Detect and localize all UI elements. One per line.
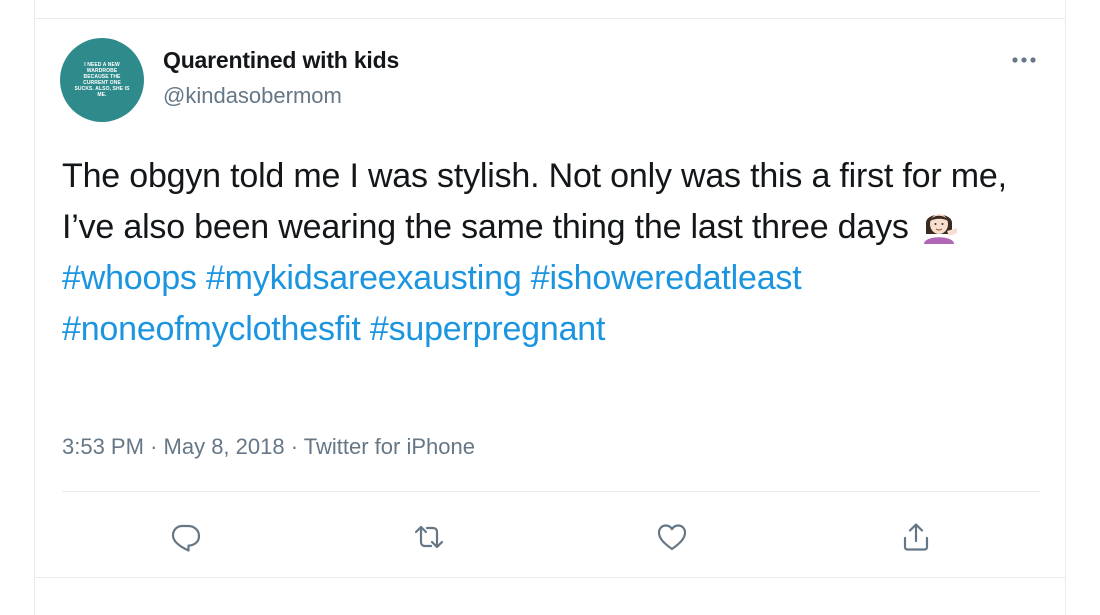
reply-icon[interactable] <box>162 514 208 560</box>
avatar[interactable]: I NEED A NEW WARDROBE BECAUSE THE CURREN… <box>60 38 144 122</box>
hashtag-link[interactable]: #superpregnant <box>370 310 606 348</box>
page: I NEED A NEW WARDROBE BECAUSE THE CURREN… <box>0 0 1100 615</box>
meta-separator: · <box>150 434 158 459</box>
avatar-text: I NEED A NEW WARDROBE BECAUSE THE CURREN… <box>74 62 130 98</box>
tweet-metadata: 3:53 PM · May 8, 2018 · Twitter for iPho… <box>62 434 475 460</box>
tweet-time[interactable]: 3:53 PM <box>62 434 144 459</box>
hashtag-link[interactable]: #mykidsareexausting <box>206 259 522 297</box>
woman-tipping-hand-emoji <box>920 206 958 244</box>
more-options-icon[interactable] <box>1007 47 1041 73</box>
tweet-source[interactable]: Twitter for iPhone <box>304 434 475 459</box>
tweet-body-text: The obgyn told me I was stylish. Not onl… <box>62 157 1007 246</box>
share-icon[interactable] <box>893 514 939 560</box>
tweet-text: The obgyn told me I was stylish. Not onl… <box>62 151 1042 355</box>
top-divider <box>35 18 1065 19</box>
hashtag-link[interactable]: #noneofmyclothesfit <box>62 310 361 348</box>
like-icon[interactable] <box>649 514 695 560</box>
meta-separator: · <box>290 434 299 459</box>
bottom-divider <box>35 577 1065 578</box>
hashtag-link[interactable]: #whoops <box>62 259 197 297</box>
retweet-icon[interactable] <box>406 514 452 560</box>
tweet-date[interactable]: May 8, 2018 <box>164 434 285 459</box>
hashtag-link[interactable]: #ishoweredatleast <box>531 259 802 297</box>
tweet-card: I NEED A NEW WARDROBE BECAUSE THE CURREN… <box>34 0 1066 615</box>
actions-divider <box>62 491 1040 492</box>
user-handle[interactable]: @kindasobermom <box>163 83 342 109</box>
display-name[interactable]: Quarentined with kids <box>163 47 399 74</box>
action-bar <box>35 514 1067 560</box>
